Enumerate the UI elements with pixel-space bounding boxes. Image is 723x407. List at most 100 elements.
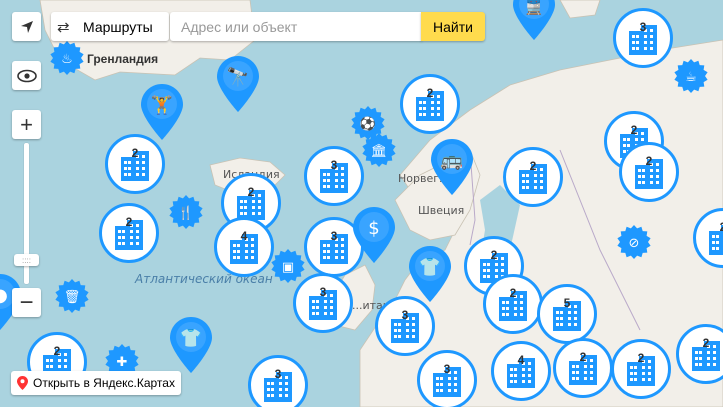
cluster-marker[interactable]: 2 [99, 203, 159, 263]
cluster-marker[interactable]: 2 [619, 142, 679, 202]
open-in-yandex-maps-link[interactable]: Открыть в Яндекс.Картах [11, 371, 181, 395]
place-marker[interactable]: 👕 [170, 317, 212, 373]
archive-icon: ▣ [271, 249, 305, 283]
bath-icon: ♨ [50, 41, 84, 75]
cluster-count: 2 [696, 220, 723, 234]
svg-text:🗑: 🗑 [64, 289, 81, 305]
trash-icon: 🗑 [55, 279, 89, 313]
place-marker[interactable]: 🚌 [431, 139, 473, 195]
svg-text:⚽: ⚽ [359, 116, 376, 132]
cluster-count: 2 [490, 248, 498, 262]
poi-badge[interactable]: ☕ [673, 58, 709, 94]
geolocation-button[interactable] [12, 12, 41, 41]
cluster-count: 2 [247, 185, 255, 199]
clothes-icon: 👕 [170, 317, 212, 373]
svg-text:♨: ♨ [61, 52, 73, 67]
poi-badge[interactable]: ▣ [270, 248, 306, 284]
poi-badge[interactable]: ♨ [49, 40, 85, 76]
poi-badge[interactable]: 🏛 [361, 132, 397, 168]
money-icon: $ [353, 207, 395, 263]
place-marker[interactable]: $ [353, 207, 395, 263]
cluster-count: 2 [637, 351, 645, 365]
cluster-count: 2 [645, 154, 653, 168]
clothes-icon: 👕 [409, 246, 451, 302]
cluster-count: 2 [125, 215, 133, 229]
svg-text:👕: 👕 [180, 328, 202, 349]
cluster-count: 2 [53, 344, 61, 358]
svg-text:☕: ☕ [685, 70, 697, 85]
cluster-count: 4 [240, 229, 248, 243]
cluster-count: 4 [517, 353, 525, 367]
cluster-marker[interactable]: 3 [613, 8, 673, 68]
cluster-count: 2 [630, 123, 638, 137]
routes-button[interactable]: ⇄ Маршруты [51, 12, 169, 41]
cluster-count: 5 [563, 296, 571, 310]
cafe-icon: ☕ [674, 59, 708, 93]
svg-text:●: ● [0, 285, 8, 306]
cluster-count: 3 [401, 308, 409, 322]
poi-badge[interactable]: 🗑 [54, 278, 90, 314]
cluster-count: 2 [426, 86, 434, 100]
cluster-count: 2 [529, 159, 537, 173]
cluster-marker[interactable]: 2 [400, 74, 460, 134]
place-marker[interactable]: 🔭 [217, 56, 259, 112]
poi-badge[interactable]: 🍴 [168, 194, 204, 230]
zoom-out-button[interactable]: − [12, 288, 41, 317]
cluster-marker[interactable]: 4 [214, 217, 274, 277]
food-icon: 🍴 [169, 195, 203, 229]
find-button[interactable]: Найти [421, 12, 485, 41]
cluster-count: 2 [131, 146, 139, 160]
cluster-count: 3 [330, 158, 338, 172]
cluster-marker[interactable]: 3 [417, 350, 477, 407]
search-input[interactable] [179, 17, 413, 36]
search-box [170, 12, 422, 41]
zoom-slider-thumb[interactable]: :::: [14, 254, 39, 266]
place-marker[interactable]: 👕 [409, 246, 451, 302]
cluster-count: 2 [702, 336, 710, 350]
museum-icon: 🏛 [362, 133, 396, 167]
open-yandex-label: Открыть в Яндекс.Картах [33, 376, 175, 390]
cluster-count: 3 [639, 20, 647, 34]
svg-text:🚆: 🚆 [523, 0, 545, 16]
no-icon: ⊘ [617, 225, 651, 259]
cluster-marker[interactable]: 2 [105, 134, 165, 194]
cluster-marker[interactable]: 4 [491, 341, 551, 401]
cluster-count: 2 [509, 286, 517, 300]
cluster-marker[interactable]: 2 [483, 274, 543, 334]
bus-icon: 🚌 [431, 139, 473, 195]
svg-text:🏋: 🏋 [151, 94, 173, 116]
cluster-count: 3 [319, 285, 327, 299]
cluster-marker[interactable]: 5 [537, 284, 597, 344]
eye-icon [16, 69, 37, 82]
cluster-count: 3 [274, 367, 282, 381]
cluster-marker[interactable]: 3 [375, 296, 435, 356]
map-pin-icon [17, 376, 28, 390]
map-canvas[interactable]: Исландия Норвег... Швеция Атлантический … [0, 0, 723, 407]
train-icon: 🚆 [513, 0, 555, 40]
zoom-in-button[interactable]: + [12, 110, 41, 139]
cluster-marker[interactable]: 2 [611, 339, 671, 399]
telescope-icon: 🔭 [217, 56, 259, 112]
location-arrow-icon [20, 20, 33, 33]
gym-icon: 🏋 [141, 84, 183, 140]
cluster-marker[interactable]: 2 [503, 147, 563, 207]
cluster-marker[interactable]: 2 [553, 338, 613, 398]
poi-badge[interactable]: ⊘ [616, 224, 652, 260]
cluster-marker[interactable]: 3 [304, 146, 364, 206]
svg-text:⊘: ⊘ [629, 236, 640, 251]
label-greenland: Гренландия [87, 52, 159, 66]
svg-text:👕: 👕 [419, 257, 441, 278]
place-marker[interactable]: 🚆 [513, 0, 555, 40]
svg-text:🏛: 🏛 [371, 143, 388, 159]
cluster-count: 3 [443, 362, 451, 376]
cluster-marker[interactable]: 3 [248, 355, 308, 407]
routes-label: Маршруты [83, 18, 153, 35]
label-sweden: Швеция [418, 204, 465, 217]
route-icon: ⇄ [57, 18, 70, 36]
cluster-count: 2 [579, 350, 587, 364]
svg-text:▣: ▣ [282, 260, 294, 275]
svg-text:🚌: 🚌 [441, 150, 463, 171]
traffic-button[interactable] [12, 61, 41, 90]
svg-text:🍴: 🍴 [178, 205, 194, 221]
place-marker[interactable]: 🏋 [141, 84, 183, 140]
